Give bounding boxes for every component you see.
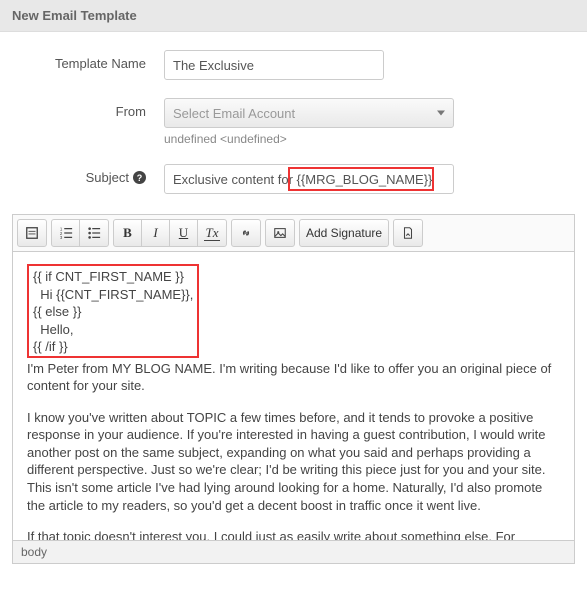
unordered-list-icon — [87, 226, 101, 240]
source-icon — [25, 226, 39, 240]
editor-toolbar: 123 B I U Tx Add Signature — [13, 215, 574, 252]
chevron-down-icon — [437, 111, 445, 116]
template-name-input[interactable] — [164, 50, 384, 80]
ordered-list-icon: 123 — [59, 226, 73, 240]
from-select-placeholder: Select Email Account — [173, 106, 295, 121]
editor-status-bar: body — [13, 540, 574, 563]
editor-paragraph: I know you've written about TOPIC a few … — [27, 409, 560, 514]
svg-text:3: 3 — [59, 235, 62, 240]
row-from: From Select Email Account undefined <und… — [24, 98, 563, 146]
bold-button[interactable]: B — [114, 220, 142, 246]
editor-paragraph: If that topic doesn't interest you, I co… — [27, 528, 560, 540]
label-subject: Subject — [86, 170, 129, 185]
from-helper-text: undefined <undefined> — [164, 132, 563, 146]
ordered-list-button[interactable]: 123 — [52, 220, 80, 246]
remove-format-button[interactable]: Tx — [198, 220, 226, 246]
editor-body[interactable]: {{ if CNT_FIRST_NAME }} Hi {{CNT_FIRST_N… — [13, 252, 574, 540]
form-area: Template Name From Select Email Account … — [0, 32, 587, 214]
italic-button[interactable]: I — [142, 220, 170, 246]
link-icon — [239, 226, 253, 240]
from-select[interactable]: Select Email Account — [164, 98, 454, 128]
add-signature-button[interactable]: Add Signature — [300, 220, 388, 246]
label-template-name: Template Name — [24, 50, 164, 71]
help-icon[interactable]: ? — [133, 171, 146, 184]
source-button[interactable] — [18, 220, 46, 246]
highlight-conditional-block: {{ if CNT_FIRST_NAME }} Hi {{CNT_FIRST_N… — [27, 264, 199, 358]
page-title: New Email Template — [0, 0, 587, 32]
underline-button[interactable]: U — [170, 220, 198, 246]
image-icon — [273, 226, 287, 240]
unordered-list-button[interactable] — [80, 220, 108, 246]
row-subject: Subject ? — [24, 164, 563, 194]
template-button[interactable] — [394, 220, 422, 246]
link-button[interactable] — [232, 220, 260, 246]
template-icon — [401, 226, 415, 240]
subject-input[interactable] — [164, 164, 454, 194]
editor-paragraph: I'm Peter from MY BLOG NAME. I'm writing… — [27, 360, 560, 395]
rich-text-editor: 123 B I U Tx Add Signature — [12, 214, 575, 564]
row-template-name: Template Name — [24, 50, 563, 80]
label-from: From — [24, 98, 164, 119]
image-button[interactable] — [266, 220, 294, 246]
